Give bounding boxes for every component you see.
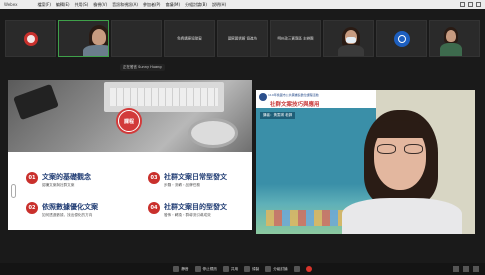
mute-button[interactable]: 靜音 <box>173 266 189 272</box>
agenda-subtitle: 步驟・流轉・品牌任務 <box>164 183 200 187</box>
shared-slide: 課程 01 文案的基礎觀念認識文案與社群文案 02 依照數據優化文案如何透過數據… <box>8 80 252 230</box>
agenda-subtitle: 如何透過數據，找出優化的方向 <box>42 213 93 217</box>
maximize-icon[interactable] <box>468 2 473 7</box>
menu-meeting[interactable]: 會議(M) <box>166 2 181 8</box>
participant-strip: 免費講座協助窗 國家圖書館 協進坊 明州政三寶專區 主辦團 <box>5 20 480 57</box>
library-logo-icon <box>259 93 267 101</box>
close-icon[interactable] <box>476 2 481 7</box>
agenda-number: 01 <box>26 172 38 184</box>
speaker-bangs <box>372 120 428 138</box>
menu-bar: Webex 檔案(F) 編輯(E) 共用(S) 檢視(V) 音訊和視訊(A) 參… <box>0 0 485 9</box>
agenda-number: 04 <box>148 202 160 214</box>
participant-thumb[interactable] <box>111 20 162 57</box>
breakout-label: 分組討論 <box>273 266 288 271</box>
toolbar-right <box>453 266 479 272</box>
participant-thumb[interactable]: 免費講座協助窗 <box>164 20 215 57</box>
participant-thumb[interactable] <box>323 20 374 57</box>
agenda-item: 03 社群文案日常型發文步驟・流轉・品牌任務 <box>148 172 227 188</box>
menu-share[interactable]: 共用(S) <box>75 2 89 8</box>
menu-file[interactable]: 檔案(F) <box>37 2 50 8</box>
more-options-icon[interactable] <box>473 266 479 272</box>
ppt-title: 社群文案技巧與應用 <box>270 102 320 108</box>
camera-icon <box>194 266 201 272</box>
microphone-icon <box>173 266 180 272</box>
participant-body <box>338 45 364 56</box>
ppt-speaker: 講者：黃雯琪 老師 <box>260 112 296 119</box>
speaker-shirt <box>342 198 462 234</box>
ppt-org: 110年桃園市公共圖書館數位課程活動 <box>268 93 319 97</box>
agenda-item: 04 社群文案目的型發文發佈・轉換・群導流引導成效 <box>148 202 227 218</box>
agenda-item: 02 依照數據優化文案如何透過數據，找出優化的方向 <box>26 202 98 218</box>
agenda-title: 文案的基礎觀念 <box>42 173 91 181</box>
course-badge: 課程 <box>116 108 142 134</box>
participants-icon[interactable] <box>453 266 459 272</box>
menu-breakout[interactable]: 分組討論(B) <box>185 2 207 8</box>
breakout-icon <box>265 266 272 272</box>
stop-video-button[interactable]: 停止視訊 <box>194 266 217 272</box>
agenda-subtitle: 認識文案與社群文案 <box>42 183 75 187</box>
laptop-image <box>104 82 224 112</box>
agenda-subtitle: 發佈・轉換・群導流引導成效 <box>164 213 211 217</box>
participant-body <box>83 45 108 56</box>
webex-window: Webex 檔案(F) 編輯(E) 共用(S) 檢視(V) 音訊和視訊(A) 參… <box>0 0 485 275</box>
more-icon <box>293 266 300 272</box>
app-title: Webex <box>4 2 18 7</box>
agenda-number: 03 <box>148 172 160 184</box>
participant-thumb[interactable] <box>429 20 480 57</box>
library-logo-icon <box>23 31 38 46</box>
share-icon <box>222 266 229 272</box>
speaker-video: 110年桃園市公共圖書館數位課程活動 社群文案技巧與應用 講者：黃雯琪 老師 <box>256 90 475 234</box>
participant-name: 國家圖書館 協進坊 <box>227 36 258 40</box>
menu-audio-video[interactable]: 音訊和視訊(A) <box>112 2 138 8</box>
participant-name: 明州政三寶專區 主辦團 <box>277 36 314 40</box>
menu-help[interactable]: 說明(H) <box>212 2 226 8</box>
participant-name: 免費講座協助窗 <box>177 36 202 40</box>
slide-nav-handle[interactable] <box>11 184 16 198</box>
agenda-title: 社群文案目的型發文 <box>164 203 227 211</box>
agenda-item: 01 文案的基礎觀念認識文案與社群文案 <box>26 172 91 188</box>
coffee-cup-image <box>188 118 238 148</box>
meeting-toolbar: 靜音 停止視訊 共用 錄製 分組討論 <box>0 263 485 275</box>
agenda-title: 依照數據優化文案 <box>42 203 98 211</box>
phone-image <box>13 83 59 121</box>
window-controls <box>460 2 485 7</box>
minimize-icon[interactable] <box>460 2 465 7</box>
agenda-number: 02 <box>26 202 38 214</box>
mute-label: 靜音 <box>181 266 189 271</box>
participant-face <box>446 30 456 42</box>
ppt-header: 110年桃園市公共圖書館數位課程活動 社群文案技巧與應用 <box>256 90 376 108</box>
record-button[interactable]: 錄製 <box>244 266 259 272</box>
more-button[interactable] <box>293 266 300 272</box>
menu-view[interactable]: 檢視(V) <box>93 2 107 8</box>
chat-icon[interactable] <box>463 266 469 272</box>
glasses-icon <box>377 144 423 154</box>
menu-participants[interactable]: 參加者(P) <box>143 2 161 8</box>
participant-body <box>440 43 462 56</box>
stop-video-label: 停止視訊 <box>202 266 217 271</box>
breakout-button[interactable]: 分組討論 <box>265 266 288 272</box>
participant-logo-icon <box>393 30 410 47</box>
participant-mask <box>346 37 356 43</box>
end-call-icon <box>305 266 312 272</box>
menu-edit[interactable]: 編輯(E) <box>56 2 70 8</box>
participant-thumb[interactable]: 國家圖書館 協進坊 <box>217 20 268 57</box>
participant-thumb-speaker[interactable] <box>58 20 109 57</box>
agenda-title: 社群文案日常型發文 <box>164 173 227 181</box>
record-label: 錄製 <box>252 266 260 271</box>
end-meeting-button[interactable] <box>305 266 312 272</box>
share-button[interactable]: 共用 <box>222 266 239 272</box>
participant-thumb[interactable]: 明州政三寶專區 主辦團 <box>270 20 321 57</box>
participant-thumb[interactable] <box>376 20 427 57</box>
course-badge-label: 課程 <box>123 118 134 125</box>
participant-face <box>92 29 106 45</box>
active-speaker-label: 正在發言 Sunny Huang <box>120 64 165 71</box>
record-icon <box>244 266 251 272</box>
participant-thumb[interactable] <box>5 20 56 57</box>
share-label: 共用 <box>230 266 239 271</box>
